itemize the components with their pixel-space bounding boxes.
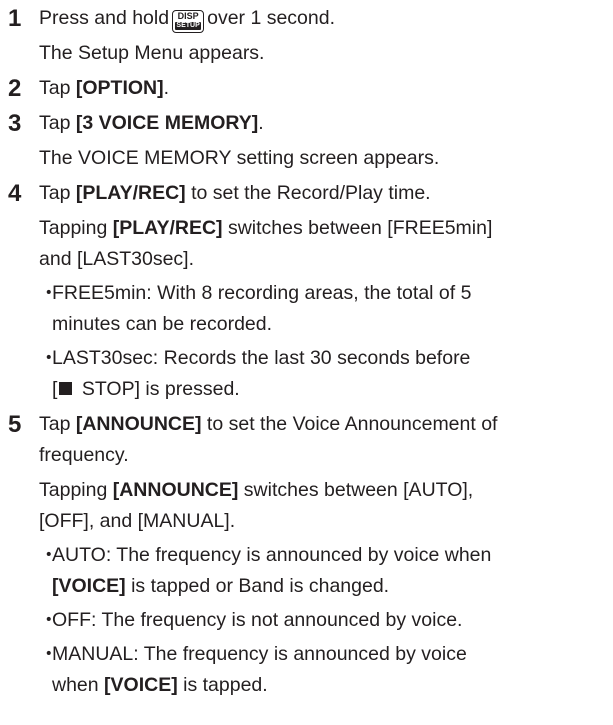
step-1: 1 Press and hold DISP SETUP over 1 second. … <box>0 3 613 69</box>
bullet-icon: ・ <box>39 609 59 631</box>
option-list: ・ FREE5min: With 8 recording areas, the … <box>39 278 613 405</box>
key-top-label: DISP <box>177 11 199 21</box>
step-number: 2 <box>8 75 22 102</box>
step-instruction: Press and hold DISP SETUP over 1 second. <box>39 3 613 34</box>
step-instruction: Tap [OPTION]. <box>39 73 613 104</box>
voice-button-ref: [VOICE] <box>52 575 126 597</box>
step-instruction: Tap [3 VOICE MEMORY]. <box>39 108 613 139</box>
detail-text: Tapping <box>39 479 113 501</box>
detail-text: switches between [FREE5min] <box>222 217 493 239</box>
step-instruction: Tap [ANNOUNCE] to set the Voice Announce… <box>39 409 613 440</box>
instruction-text: Tap <box>39 413 76 435</box>
option-text-cont: [VOICE] is tapped or Band is changed. <box>52 571 613 602</box>
step-number: 5 <box>8 411 22 438</box>
bullet-icon: ・ <box>39 643 59 665</box>
instruction-text: . <box>163 77 170 99</box>
option-text: STOP] is pressed. <box>76 378 240 400</box>
option-button-ref: [OPTION] <box>75 77 164 99</box>
step-detail: Tapping [PLAY/REC] switches between [FRE… <box>39 213 613 244</box>
detail-text: Tapping <box>39 217 113 239</box>
announce-button-ref: [ANNOUNCE] <box>75 413 202 435</box>
step-4: 4 Tap [PLAY/REC] to set the Record/Play … <box>0 178 613 405</box>
play-rec-button-ref: [PLAY/REC] <box>112 217 223 239</box>
option-text: LAST30sec: Records the last 30 seconds b… <box>52 347 471 369</box>
bullet-icon: ・ <box>39 544 59 566</box>
voice-memory-button-ref: [3 VOICE MEMORY] <box>75 112 259 134</box>
instruction-text: Tap <box>39 112 76 134</box>
announce-button-ref: [ANNOUNCE] <box>112 479 239 501</box>
disp-setup-key-icon: DISP SETUP <box>172 10 205 33</box>
option-text-cont: minutes can be recorded. <box>52 313 273 335</box>
step-number: 1 <box>8 5 22 32</box>
option-text: AUTO: The frequency is announced by voic… <box>52 544 492 566</box>
instruction-text: to set the Voice Announcement of <box>201 413 498 435</box>
instruction-text: to set the Record/Play time. <box>185 182 431 204</box>
option-text: OFF: The frequency is not announced by v… <box>52 609 463 631</box>
step-detail-cont: and [LAST30sec]. <box>39 248 195 270</box>
step-result: The VOICE MEMORY setting screen appears. <box>39 147 440 169</box>
step-5: 5 Tap [ANNOUNCE] to set the Voice Announ… <box>0 409 613 701</box>
option-item: ・ LAST30sec: Records the last 30 seconds… <box>39 343 613 405</box>
step-number: 4 <box>8 180 22 207</box>
voice-button-ref: [VOICE] <box>104 674 178 696</box>
step-2: 2 Tap [OPTION]. <box>0 73 613 104</box>
instruction-list: 1 Press and hold DISP SETUP over 1 second. … <box>0 0 613 701</box>
option-text-cont: when [VOICE] is tapped. <box>52 670 613 701</box>
option-text: is tapped or Band is changed. <box>125 575 390 597</box>
option-item: ・ OFF: The frequency is not announced by… <box>39 605 613 636</box>
option-list: ・ AUTO: The frequency is announced by vo… <box>39 540 613 701</box>
instruction-text: over 1 second. <box>207 7 336 29</box>
step-number: 3 <box>8 110 22 137</box>
key-bottom-label: SETUP <box>175 22 202 30</box>
option-item: ・ FREE5min: With 8 recording areas, the … <box>39 278 613 340</box>
instruction-text: . <box>258 112 264 134</box>
option-text: when <box>52 674 105 696</box>
option-item: ・ AUTO: The frequency is announced by vo… <box>39 540 613 602</box>
option-text: is tapped. <box>177 674 268 696</box>
step-3: 3 Tap [3 VOICE MEMORY]. The VOICE MEMORY… <box>0 108 613 174</box>
bullet-icon: ・ <box>39 347 59 369</box>
instruction-text: Press and hold <box>39 7 170 29</box>
option-item: ・ MANUAL: The frequency is announced by … <box>39 639 613 701</box>
step-detail-cont: [OFF], and [MANUAL]. <box>39 510 236 532</box>
bullet-icon: ・ <box>39 282 59 304</box>
option-text: [ <box>52 378 58 400</box>
option-text-cont: [ STOP] is pressed. <box>52 374 613 405</box>
option-text: MANUAL: The frequency is announced by vo… <box>52 643 467 665</box>
stop-square-icon <box>59 382 73 395</box>
step-result: The Setup Menu appears. <box>39 42 265 64</box>
play-rec-button-ref: [PLAY/REC] <box>75 182 186 204</box>
step-instruction: Tap [PLAY/REC] to set the Record/Play ti… <box>39 178 613 209</box>
detail-text: switches between [AUTO], <box>238 479 474 501</box>
step-instruction-cont: frequency. <box>39 444 129 466</box>
instruction-text: Tap <box>39 77 76 99</box>
step-detail: Tapping [ANNOUNCE] switches between [AUT… <box>39 475 613 506</box>
option-text: FREE5min: With 8 recording areas, the to… <box>52 282 472 304</box>
instruction-text: Tap <box>39 182 76 204</box>
